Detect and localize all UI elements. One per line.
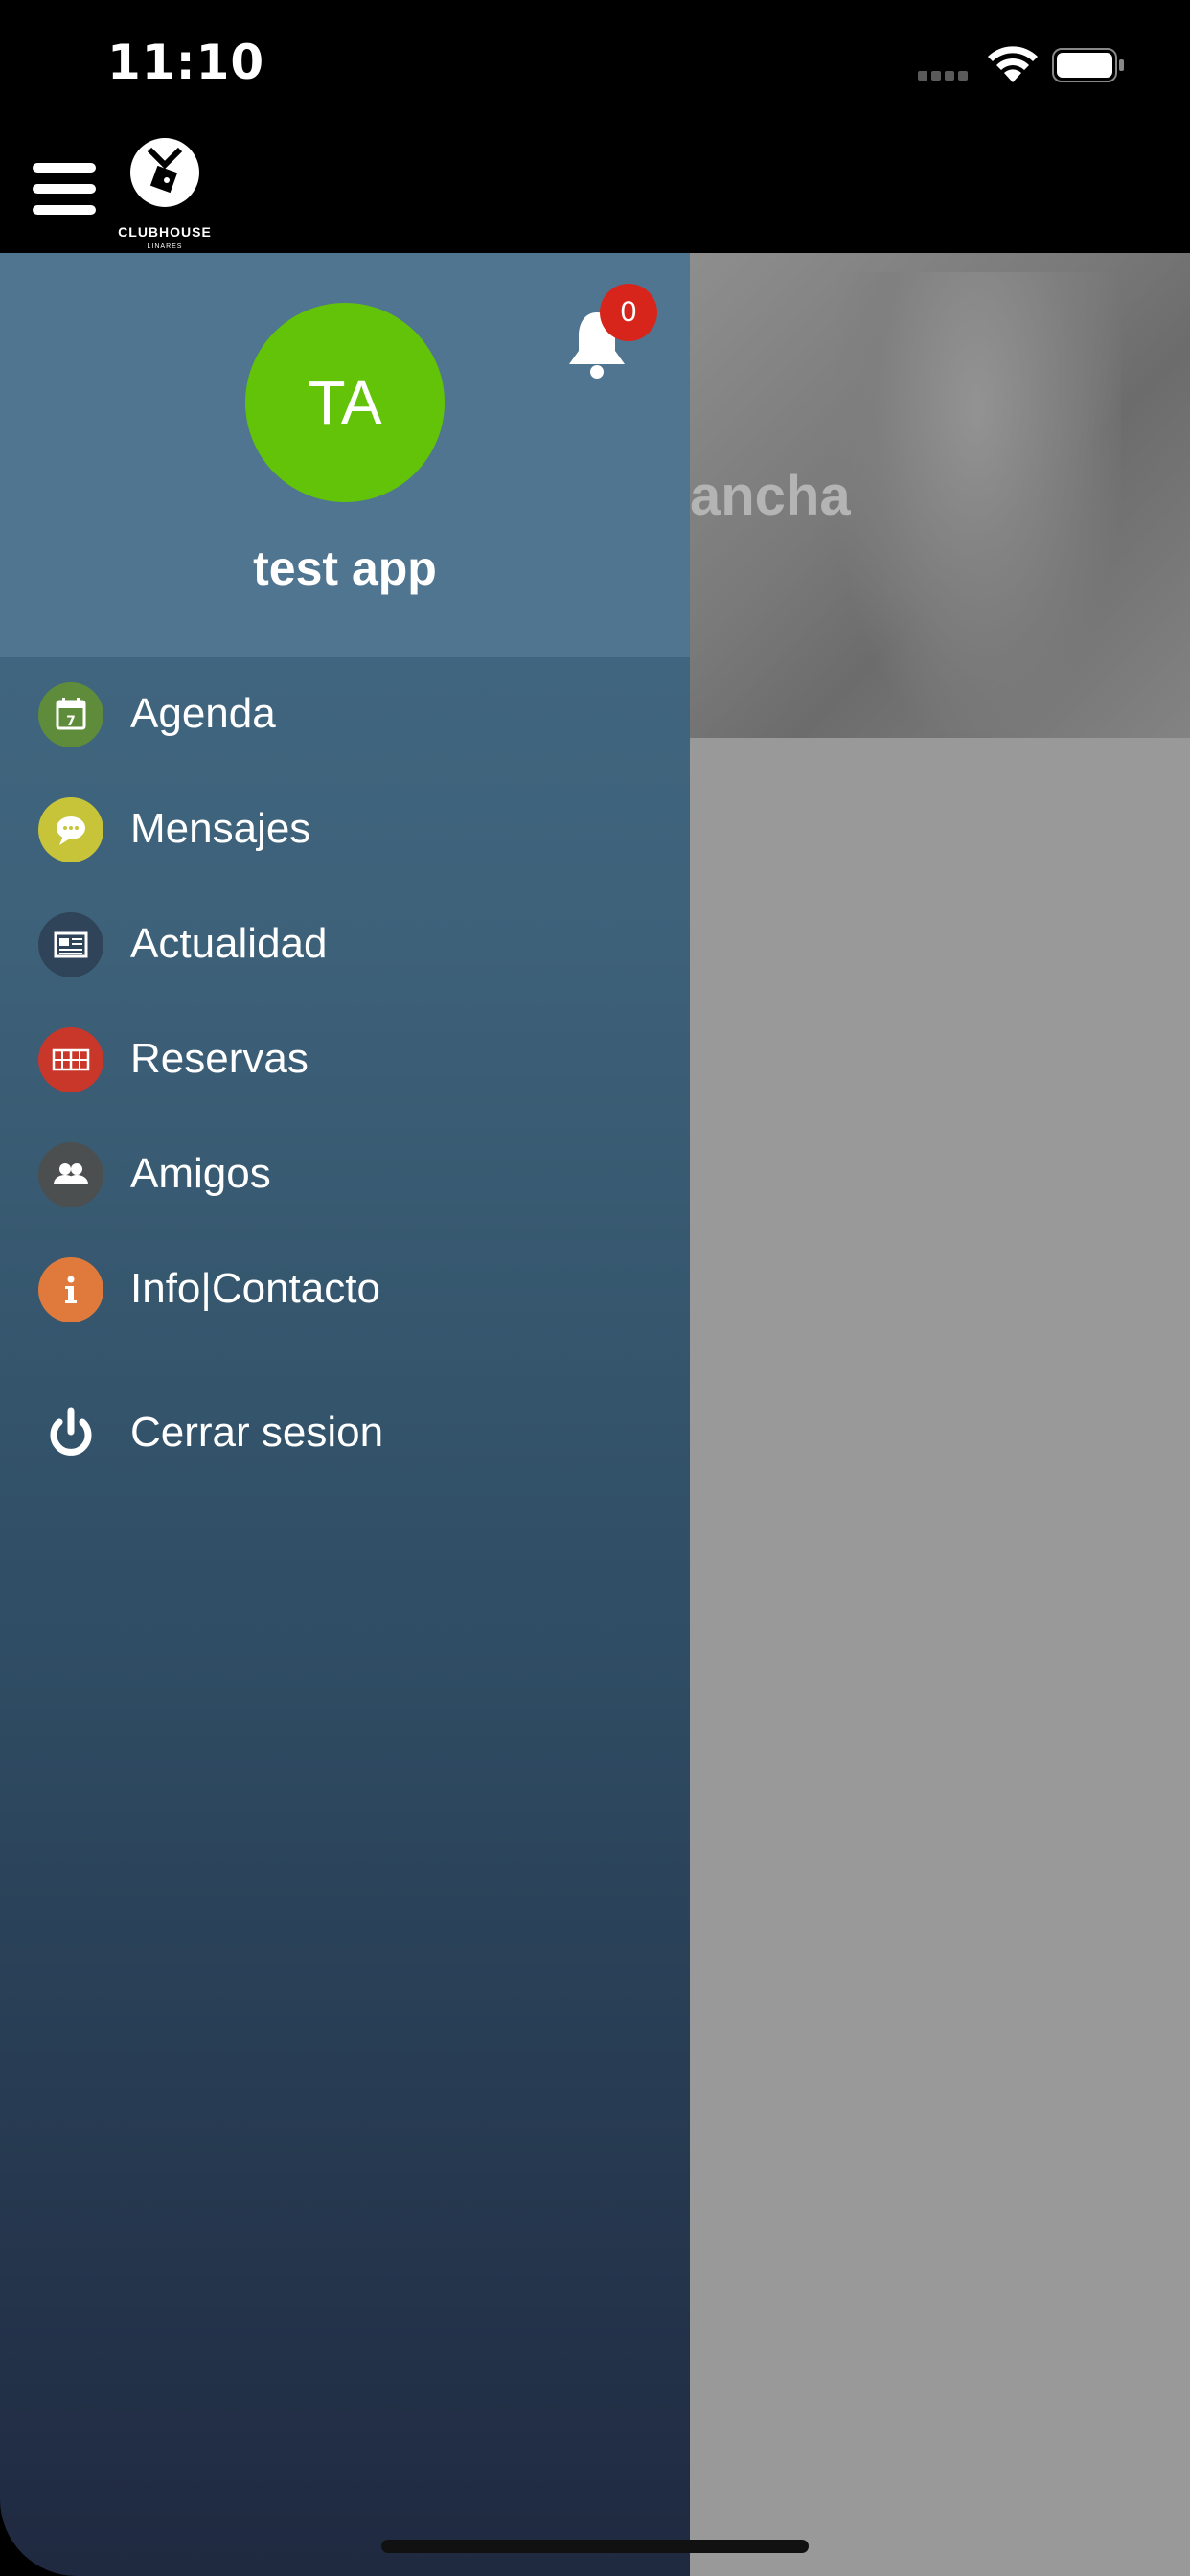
menu-item-actualidad[interactable]: Actualidad: [0, 887, 690, 1002]
menu-item-label: Reservas: [130, 1035, 309, 1082]
logo-subtext: LINARES: [147, 243, 183, 250]
menu-item-label: Info|Contacto: [130, 1265, 380, 1312]
battery-icon: [1052, 48, 1124, 82]
news-icon: [38, 912, 103, 978]
logout-label: Cerrar sesion: [130, 1409, 384, 1456]
hero-banner: ancha: [690, 253, 1190, 738]
clubhouse-logo: CLUBHOUSE LINARES: [115, 134, 215, 250]
menu-item-amigos[interactable]: Amigos: [0, 1117, 690, 1232]
status-bar: 11:10: [0, 0, 1190, 126]
svg-text:7: 7: [66, 714, 76, 729]
wifi-icon: [988, 46, 1038, 82]
menu-item-label: Agenda: [130, 690, 276, 737]
banner-text: ancha: [690, 465, 851, 527]
logo-mark-icon: [130, 138, 199, 207]
calendar-icon: 7: [38, 682, 103, 748]
notification-badge: 0: [600, 284, 657, 341]
profile-header: TA test app 0: [0, 253, 690, 657]
friends-icon: [38, 1142, 103, 1208]
logout-button[interactable]: Cerrar sesion: [0, 1376, 690, 1491]
court-icon: [38, 1027, 103, 1092]
username: test app: [253, 541, 437, 595]
menu-item-info-contacto[interactable]: Info|Contacto: [0, 1232, 690, 1347]
menu-item-agenda[interactable]: 7 Agenda: [0, 657, 690, 772]
menu-item-label: Mensajes: [130, 805, 311, 852]
info-icon: [38, 1257, 103, 1322]
menu-item-mensajes[interactable]: Mensajes: [0, 772, 690, 887]
side-drawer: TA test app 0 7 Agenda Mensajes Actualid…: [0, 253, 690, 2576]
avatar[interactable]: TA: [245, 303, 445, 502]
menu-icon[interactable]: [33, 163, 96, 215]
message-icon: [38, 797, 103, 862]
cellular-signal-icon: [918, 71, 973, 80]
menu-item-label: Amigos: [130, 1150, 271, 1197]
background-page[interactable]: ancha: [690, 253, 1190, 2576]
home-indicator[interactable]: [381, 2540, 809, 2553]
logo-text: CLUBHOUSE: [118, 224, 212, 240]
banner-image: [834, 272, 1121, 732]
app-header: CLUBHOUSE LINARES: [0, 126, 1190, 253]
menu-item-label: Actualidad: [130, 920, 328, 967]
power-icon: [38, 1401, 103, 1466]
menu-item-reservas[interactable]: Reservas: [0, 1002, 690, 1117]
status-time: 11:10: [107, 34, 265, 90]
